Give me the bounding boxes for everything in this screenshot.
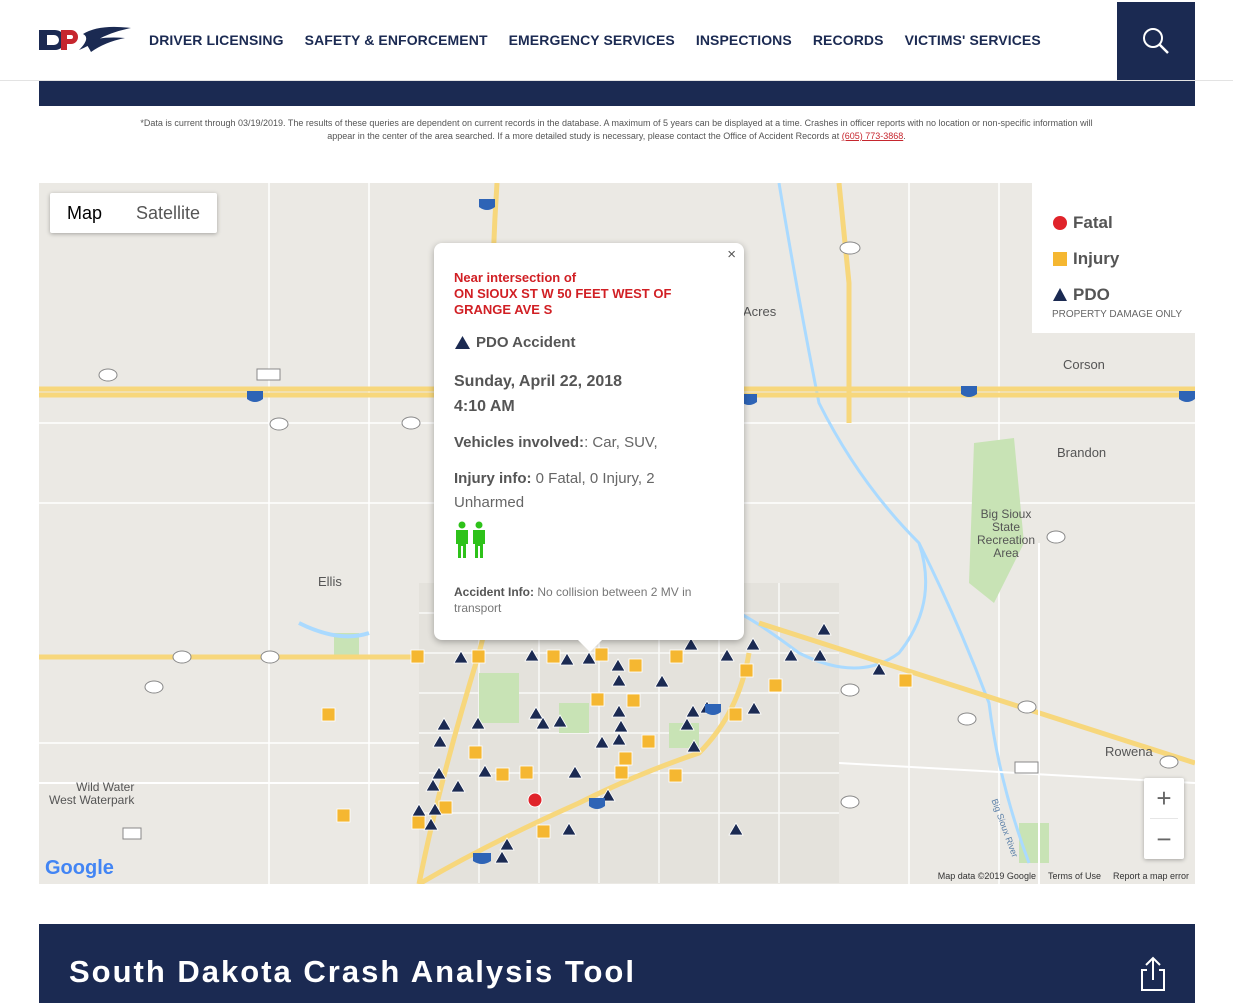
nav-emergency-services[interactable]: EMERGENCY SERVICES [509, 32, 675, 48]
place-label-waterpark: Wild Water West Waterpark [49, 781, 134, 807]
data-disclaimer: *Data is current through 03/19/2019. The… [140, 117, 1093, 143]
crash-info-popup: × Near intersection of ON SIOUX ST W 50 … [434, 243, 744, 652]
phone-link[interactable]: (605) 773-3868 [842, 131, 904, 141]
nav-inspections[interactable]: INSPECTIONS [696, 32, 792, 48]
legend-fatal: Fatal [1052, 205, 1195, 241]
place-label-corson: Corson [1063, 357, 1105, 372]
popup-info-label: Accident Info: [454, 585, 534, 599]
map-type-map-button[interactable]: Map [50, 193, 119, 233]
popup-date: Sunday, April 22, 2018 [454, 373, 623, 390]
place-label-brandon: Brandon [1057, 445, 1107, 460]
popup-location-label: Near intersection of [454, 270, 577, 285]
nav-driver-licensing[interactable]: DRIVER LICENSING [149, 32, 284, 48]
popup-injury-label: Injury info: [454, 470, 532, 487]
injury-square-icon [1053, 252, 1067, 266]
tool-title-band: South Dakota Crash Analysis Tool [39, 924, 1195, 1003]
place-label-rowena: Rowena [1105, 744, 1153, 759]
legend-pdo-sub: PROPERTY DAMAGE ONLY [1052, 309, 1183, 320]
legend-fatal-label: Fatal [1073, 213, 1113, 232]
crash-map[interactable]: Acres Corson Brandon Big Sioux State Rec… [39, 183, 1195, 884]
popup-injury: Injury info: 0 Fatal, 0 Injury, 2 Unharm… [454, 467, 724, 515]
terms-of-use-link[interactable]: Terms of Use [1048, 871, 1101, 881]
legend-pdo-label: PDO [1073, 285, 1110, 304]
pdo-triangle-icon [1053, 288, 1067, 301]
map-data-credit: Map data ©2019 Google [937, 871, 1036, 881]
nav-victims-services[interactable]: VICTIMS' SERVICES [905, 32, 1041, 48]
pdo-triangle-icon [455, 336, 470, 349]
report-map-error-link[interactable]: Report a map error [1113, 871, 1189, 881]
search-button[interactable] [1117, 2, 1195, 80]
waterpark-line-2: West Waterpark [49, 793, 135, 807]
unharmed-people-icon [454, 521, 724, 564]
nav-records[interactable]: RECORDS [813, 32, 884, 48]
zoom-out-button[interactable]: − [1144, 819, 1184, 859]
park-line-4: Area [993, 546, 1019, 560]
header-band [39, 81, 1195, 106]
disclaimer-text: *Data is current through 03/19/2019. The… [140, 118, 1093, 141]
popup-location: Near intersection of ON SIOUX ST W 50 FE… [454, 270, 724, 318]
map-attribution: Map data ©2019 Google Terms of Use Repor… [938, 871, 1189, 881]
popup-accident-info: Accident Info: No collision between 2 MV… [454, 584, 724, 616]
place-label-acres: Acres [743, 304, 777, 319]
popup-vehicles-value: : Car, SUV, [584, 434, 658, 451]
main-nav: DRIVER LICENSING SAFETY & ENFORCEMENT EM… [149, 32, 1062, 48]
legend-injury: Injury [1052, 241, 1195, 277]
map-type-satellite-button[interactable]: Satellite [119, 193, 217, 233]
share-icon[interactable] [1140, 956, 1166, 992]
popup-accident-type: PDO Accident [454, 334, 724, 351]
disclaimer-suffix: . [903, 131, 906, 141]
dps-logo[interactable] [39, 24, 131, 54]
popup-vehicles-label: Vehicles involved: [454, 434, 585, 451]
legend-injury-label: Injury [1073, 249, 1120, 268]
search-icon [1143, 28, 1169, 54]
tool-title: South Dakota Crash Analysis Tool [69, 954, 636, 989]
google-logo[interactable]: Google [45, 857, 114, 880]
nav-safety-enforcement[interactable]: SAFETY & ENFORCEMENT [305, 32, 488, 48]
place-label-ellis: Ellis [318, 574, 342, 589]
zoom-control: + − [1144, 778, 1184, 859]
map-legend: Fatal Injury PDO PROPERTY DAMAGE ONLY [1032, 183, 1195, 333]
place-label-park: Big Sioux State Recreation Area [977, 508, 1035, 560]
popup-accident-type-label: PDO Accident [476, 334, 576, 351]
fatal-circle-icon [1053, 216, 1067, 230]
popup-vehicles: Vehicles involved:: Car, SUV, [454, 431, 724, 455]
zoom-in-button[interactable]: + [1144, 778, 1184, 818]
map-type-control: Map Satellite [50, 193, 218, 233]
site-header: DRIVER LICENSING SAFETY & ENFORCEMENT EM… [0, 0, 1233, 81]
popup-location-value: ON SIOUX ST W 50 FEET WEST OF GRANGE AVE… [454, 286, 672, 317]
popup-datetime: Sunday, April 22, 2018 4:10 AM [454, 369, 724, 419]
legend-pdo: PDO [1052, 277, 1195, 313]
close-icon[interactable]: × [727, 246, 736, 263]
popup-time: 4:10 AM [454, 398, 515, 415]
